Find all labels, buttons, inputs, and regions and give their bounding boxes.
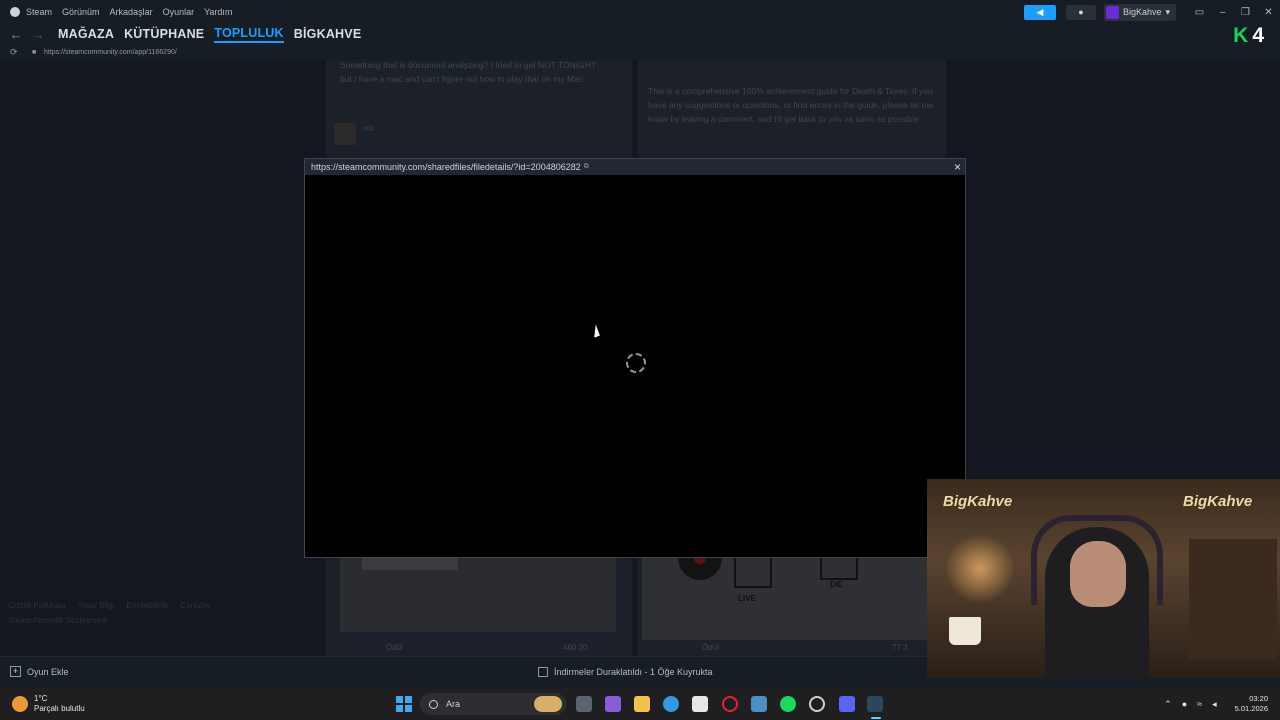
plus-icon: + [10,666,21,677]
bell-icon: ● [1078,7,1084,17]
account-menu-button[interactable]: BigKahve ▾ [1103,3,1176,21]
notifications-button[interactable]: ● [1065,4,1096,20]
live-label: LIVE [738,594,756,603]
nav-community[interactable]: TOPLULUK [214,26,284,43]
footer-link-cookies[interactable]: Çerezler [180,601,210,610]
chevron-up-icon[interactable]: ⌃ [1164,699,1172,710]
edge-icon[interactable] [663,696,679,712]
steam-client-window: Steam Görünüm Arkadaşlar Oyunlar Yardım … [0,0,1280,720]
brand-logo-left: BigKahve [943,493,1013,510]
steam-taskbar-icon[interactable] [867,696,883,712]
award-label-right[interactable]: Ödül [702,643,719,652]
search-placeholder: Ara [446,699,461,709]
add-game-label: Oyun Ekle [27,666,69,677]
modal-header: https://steamcommunity.com/sharedfiles/f… [305,159,965,175]
system-tray: ⌃ ● ≈ ◂ 03:20 5.01.2026 [1164,688,1268,720]
clock-time: 03:20 [1249,694,1268,703]
discord-icon[interactable] [839,696,855,712]
wifi-icon[interactable]: ≈ [1197,699,1202,709]
avatar [334,123,356,145]
search-highlight-icon [534,696,562,712]
loading-spinner-icon [626,353,646,373]
copilot-icon[interactable] [605,696,621,712]
modal-close-button[interactable]: × [954,159,961,175]
menubar: Steam Görünüm Arkadaşlar Oyunlar Yardım … [0,0,1280,24]
microphone-icon[interactable]: ● [1182,699,1187,709]
footer-link-legal[interactable]: Yasal Bilgi [77,601,114,610]
lamp-glow [945,534,1015,604]
discussion-user: nix [364,124,375,133]
current-url[interactable]: https://steamcommunity.com/app/1166290/ [44,49,177,56]
weather-icon [12,696,28,712]
footer-link-accessibility[interactable]: Erişilebilirlik [126,601,168,610]
discussion-text: Something that is document analyzing? I … [340,60,596,84]
opera-icon[interactable] [722,696,738,712]
app-icon[interactable] [751,696,767,712]
menu-games[interactable]: Oyunlar [163,7,195,17]
menu-help[interactable]: Yardım [204,7,232,17]
avatar [1105,5,1119,19]
webcam-overlay: BigKahve BigKahve [927,479,1280,678]
active-app-indicator [871,717,881,719]
shelf [1189,539,1277,659]
ms-store-icon[interactable] [692,696,708,712]
search-icon [429,699,438,709]
clock-date: 5.01.2026 [1234,704,1268,713]
external-link-icon[interactable]: ⧉ [584,163,589,171]
taskbar-search[interactable]: Ara [420,693,566,715]
megaphone-icon: ◀ [1036,6,1044,17]
media-viewer-modal: https://steamcommunity.com/sharedfiles/f… [304,158,966,558]
volume-icon[interactable]: ◂ [1212,699,1217,710]
lock-icon: ■ [32,48,37,56]
address-bar: ⟳ ■ https://steamcommunity.com/app/11662… [0,44,1280,60]
footer-link-ssa[interactable]: Steam Abonelik Sözleşmesi [8,616,107,625]
big-picture-icon[interactable]: ▭ [1188,7,1211,18]
nav-library[interactable]: KÜTÜPHANE [124,27,204,41]
streamer-face [1070,541,1126,607]
announcement-button[interactable]: ◀ [1023,4,1056,20]
chevron-down-icon: ▾ [1165,6,1170,17]
menu-view[interactable]: Görünüm [62,7,100,17]
nav-store[interactable]: MAĞAZA [58,27,114,41]
reload-icon[interactable]: ⟳ [10,47,22,58]
menu-steam[interactable]: Steam [26,7,52,17]
restore-icon[interactable]: ❐ [1234,7,1257,18]
spotify-icon[interactable] [780,696,796,712]
rating-stats-left: 460 20 [563,643,588,652]
windows-start-icon[interactable] [396,696,412,712]
page-footer: Gizlilik Politikası Yasal Bilgi Erişileb… [8,598,221,628]
nav-profile[interactable]: BİGKAHVE [294,27,362,41]
back-arrow-icon[interactable]: ← [6,27,26,42]
task-view-icon[interactable] [576,696,592,712]
temperature: 1°C [34,694,48,703]
weather-condition: Parçalı bulutlu [34,704,85,713]
close-icon[interactable]: ✕ [1257,7,1280,18]
die-label: DIE [830,580,844,589]
modal-url-link[interactable]: https://steamcommunity.com/sharedfiles/f… [311,162,581,172]
windows-taskbar: 1°C Parçalı bulutlu Ara ⌃ ● ≈ ◂ 03:20 5.… [0,688,1280,720]
weather-widget[interactable]: 1°C Parçalı bulutlu [12,688,85,720]
download-icon [538,667,548,677]
downloads-status[interactable]: İndirmeler Duraklatıldı - 1 Öğe Kuyrukta [538,657,713,687]
main-navigation: ← → MAĞAZA KÜTÜPHANE TOPLULUK BİGKAHVE K… [0,24,1280,47]
rating-stats-right: 77 3 [892,643,908,652]
clock[interactable]: 03:20 5.01.2026 [1235,694,1268,714]
footer-link-privacy[interactable]: Gizlilik Politikası [8,601,65,610]
add-game-button[interactable]: + Oyun Ekle [10,666,69,677]
menu-friends[interactable]: Arkadaşlar [110,7,153,17]
obs-icon[interactable] [809,696,825,712]
downloads-label: İndirmeler Duraklatıldı - 1 Öğe Kuyrukta [554,667,713,677]
mouse-cursor-icon [590,324,600,338]
weather-text: 1°C Parçalı bulutlu [34,694,85,714]
brand-logo-right: BigKahve [1183,493,1253,510]
minimize-icon[interactable]: – [1211,7,1234,18]
file-explorer-icon[interactable] [634,696,650,712]
account-name: BigKahve [1122,7,1162,17]
steam-logo-icon [10,7,20,17]
guide-description: This is a comprehensive 100% achievement… [648,86,934,124]
award-label-left[interactable]: Ödül [386,643,403,652]
coffee-mug [949,617,981,645]
menubar-right: ◀ ● BigKahve ▾ ▭ – ❐ ✕ [1023,0,1280,24]
forward-arrow-icon[interactable]: → [28,27,48,42]
